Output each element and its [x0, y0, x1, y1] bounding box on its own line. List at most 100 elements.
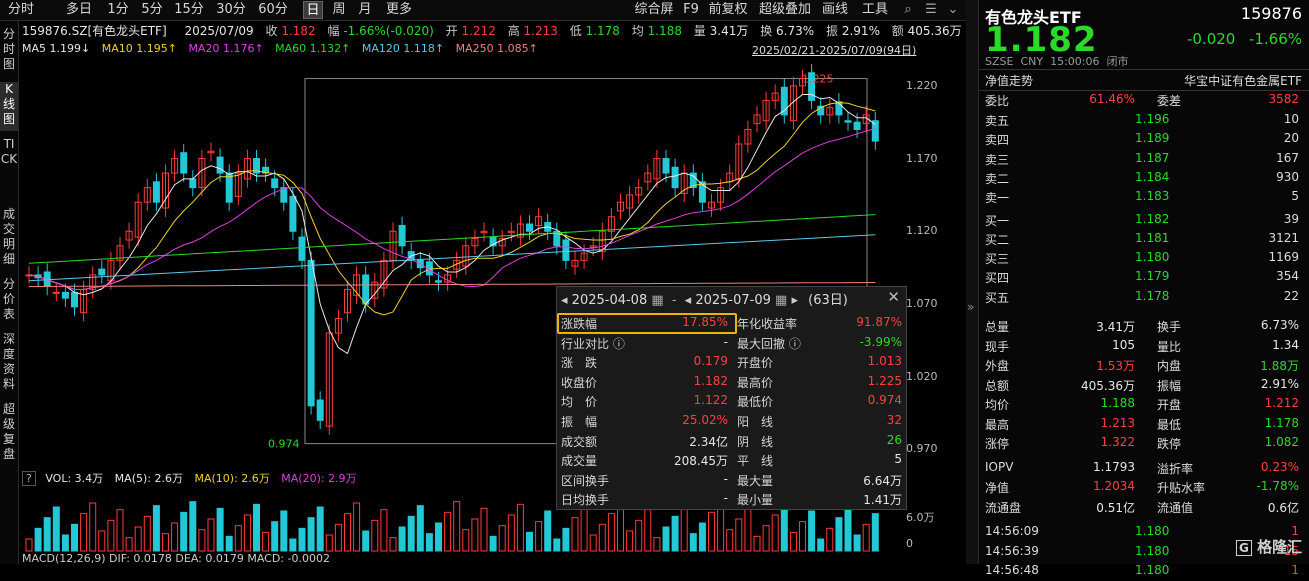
candle-body [61, 291, 69, 299]
candle-body [662, 158, 670, 174]
range-label[interactable]: 2025/02/21-2025/07/09(94日) [752, 42, 916, 58]
period-4[interactable]: 15分 [172, 1, 206, 19]
volume-bar [316, 506, 324, 552]
volume-bar [134, 526, 142, 552]
volume-bar [435, 522, 442, 552]
volume-bar [198, 529, 206, 552]
ma250-label: MA250 1.085↑ [455, 42, 538, 55]
collapse-icon[interactable]: ? [22, 471, 36, 486]
start-date[interactable]: 2025-04-08 [572, 293, 648, 308]
stats-row: 涨停 1.322 跌停 1.082 [985, 435, 1299, 451]
volume-bar [562, 527, 570, 552]
vol-ma5: MA(5): 2.6万 [114, 472, 183, 485]
volume-bar [143, 515, 151, 552]
volume-bar [425, 533, 433, 552]
candle-body [71, 291, 78, 308]
vol-tick-top: 6.0万 [906, 511, 935, 524]
calendar-icon[interactable]: ▦ [651, 293, 663, 308]
volume-bar [344, 513, 351, 552]
popup-label: 成交量 [561, 454, 598, 469]
order-book-row[interactable]: 买一 1.182 39 [985, 211, 1303, 230]
sidenav-4[interactable]: 分价表 [0, 277, 18, 326]
ma120-label: MA120 1.118↑ [361, 42, 445, 55]
ma-line-4 [28, 234, 876, 282]
order-book-row[interactable]: 买四 1.179 354 [985, 268, 1303, 287]
sidenav-5[interactable]: 深度资料 [0, 332, 18, 396]
volume-bar [844, 506, 852, 552]
prev-icon[interactable]: ◂ [561, 293, 568, 308]
close-label: 收 [265, 24, 278, 38]
sidenav-3[interactable]: 成交明细 [0, 207, 18, 271]
volume-bar [544, 510, 552, 552]
period-8[interactable]: 周 [329, 1, 349, 19]
volume-bar [516, 503, 524, 552]
volume-bar [489, 535, 497, 552]
order-book-row[interactable]: 卖五 1.196 10 [985, 111, 1303, 130]
volume-bar [735, 518, 743, 552]
end-date[interactable]: 2025-07-09 [695, 293, 771, 308]
popup-row: 区间换手 - 最大量 6.64万 [557, 470, 906, 490]
prev-icon-2[interactable]: ◂ [685, 293, 692, 308]
menu-icon[interactable]: ☰ [922, 1, 940, 19]
sidenav-6[interactable]: 超级复盘 [0, 402, 18, 466]
volume-bar [398, 526, 406, 552]
order-book-row[interactable]: 买三 1.180 1169 [985, 249, 1303, 268]
volume-bar [553, 538, 561, 552]
period-10[interactable]: 更多 [382, 1, 416, 19]
popup-label: 均 价 [561, 395, 598, 410]
period-3[interactable]: 5分 [138, 1, 166, 19]
sidenav-2[interactable]: TICK [0, 137, 18, 201]
candle-body [152, 181, 160, 203]
period-1[interactable]: 多日 [62, 1, 96, 19]
order-book-row[interactable]: 卖一 1.183 5 [985, 188, 1303, 207]
tool-4[interactable]: 画线 [820, 1, 850, 19]
tab-fund-fullname[interactable]: 华宝中证有色金属ETF [1184, 72, 1302, 89]
period-6[interactable]: 60分 [256, 1, 290, 19]
search-icon[interactable]: ⌕ [898, 1, 918, 19]
period-7[interactable]: 日 [303, 1, 323, 19]
period-0[interactable]: 分时 [2, 1, 40, 19]
popup-value: 32 [886, 413, 902, 427]
volume-bar [726, 529, 734, 552]
volume-bar [325, 534, 333, 552]
volume-bar [771, 514, 779, 552]
tool-5[interactable]: 工具 [860, 1, 890, 19]
period-5[interactable]: 30分 [214, 1, 248, 19]
order-book-row[interactable]: 卖二 1.184 930 [985, 169, 1303, 188]
order-book-row[interactable]: 买五 1.178 22 [985, 288, 1303, 307]
volume-bar [307, 517, 315, 552]
candle-body [871, 120, 879, 142]
tool-2[interactable]: 前复权 [707, 1, 749, 19]
stats-row: 均价 1.188 开盘 1.212 [985, 396, 1299, 412]
volume-bar [862, 523, 870, 552]
candle-body [526, 223, 533, 232]
period-2[interactable]: 1分 [104, 1, 132, 19]
chevron-right-icon[interactable]: » [967, 300, 974, 314]
tool-0[interactable]: 综合屏 [632, 1, 676, 19]
volume-bar [799, 521, 806, 552]
y-tick: 1.120 [906, 224, 938, 238]
tab-nav-trend[interactable]: 净值走势 [985, 72, 1033, 89]
calendar-icon-2[interactable]: ▦ [775, 293, 787, 308]
tool-1[interactable]: F9 [680, 1, 702, 19]
panel-splitter[interactable]: » [966, 0, 978, 564]
order-book-row[interactable]: 卖四 1.189 20 [985, 130, 1303, 149]
tool-3[interactable]: 超级叠加 [756, 1, 814, 19]
order-book-row[interactable]: 买二 1.181 3121 [985, 230, 1303, 249]
next-icon[interactable]: ▸ [791, 293, 798, 308]
stats-row: 总额 405.36万 振幅 2.91% [985, 376, 1299, 393]
sidenav-1[interactable]: K线图 [0, 82, 18, 131]
side-nav: 分时图 K线图 TICK 成交明细分价表深度资料超级复盘 [0, 21, 19, 564]
candle-body [298, 236, 306, 261]
close-icon[interactable]: ✕ [887, 288, 900, 306]
volume-bar [471, 518, 479, 552]
chevron-down-icon[interactable]: ⌄ [944, 1, 962, 19]
period-9[interactable]: 月 [355, 1, 375, 19]
volume-bar [253, 503, 260, 552]
popup-label: 行业对比 ⓘ [561, 336, 625, 351]
date-label: 2025/07/09 [184, 24, 254, 38]
volume-bar [25, 538, 33, 552]
popup-value: -3.99% [859, 334, 902, 349]
sidenav-0[interactable]: 分时图 [0, 27, 18, 76]
order-book-row[interactable]: 卖三 1.187 167 [985, 150, 1303, 169]
